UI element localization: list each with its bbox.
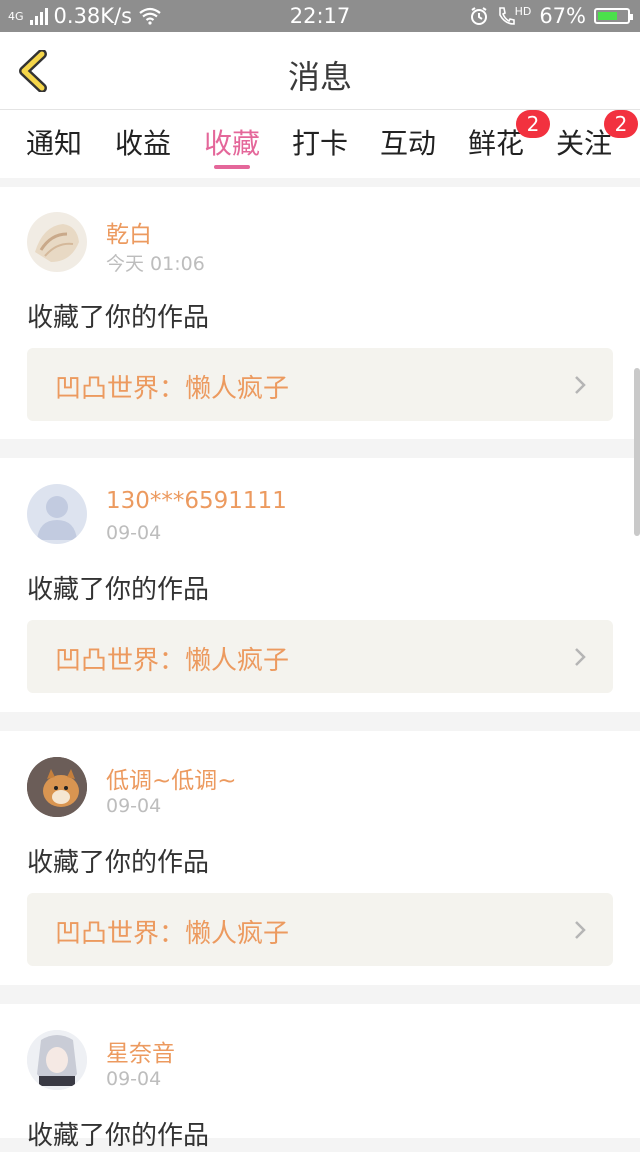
chevron-right-icon	[575, 376, 586, 394]
header: 消息	[0, 32, 640, 110]
tab-label: 收藏	[204, 127, 261, 160]
avatar[interactable]	[27, 1030, 87, 1090]
work-title: 凹凸世界：懒人疯子	[55, 919, 290, 949]
work-link[interactable]: 凹凸世界：懒人疯子	[27, 620, 613, 693]
work-link[interactable]: 凹凸世界：懒人疯子	[27, 348, 613, 421]
tab-label: 打卡	[292, 127, 349, 160]
avatar[interactable]	[27, 212, 87, 272]
tab-bar: 通知 收益 收藏 打卡 互动 鲜花 2 关注 2	[0, 110, 640, 178]
tab-label: 鲜花	[468, 127, 525, 160]
timestamp: 09-04	[106, 1068, 162, 1090]
action-text: 收藏了你的作品	[27, 848, 210, 878]
username[interactable]: 低调~低调~	[106, 761, 237, 795]
tab-follows[interactable]: 关注 2	[556, 110, 639, 162]
scrollbar[interactable]	[634, 368, 640, 536]
chevron-right-icon	[575, 921, 586, 939]
unread-badge: 2	[604, 110, 639, 138]
timestamp: 09-04	[106, 795, 162, 817]
avatar[interactable]	[27, 757, 87, 817]
username[interactable]: 130***6591111	[106, 488, 287, 514]
tab-label: 关注	[556, 127, 613, 160]
tab-label: 收益	[115, 127, 172, 160]
tab-label: 互动	[380, 127, 437, 160]
tab-flowers[interactable]: 鲜花 2	[468, 110, 551, 162]
tab-notifications[interactable]: 通知	[26, 122, 82, 162]
message-card: 乾白 今天 01:06 收藏了你的作品 凹凸世界：懒人疯子	[0, 187, 640, 439]
action-text: 收藏了你的作品	[27, 1121, 210, 1151]
work-title: 凹凸世界：懒人疯子	[55, 374, 290, 404]
username[interactable]: 星奈音	[106, 1034, 175, 1068]
timestamp: 09-04	[106, 522, 162, 544]
message-card: 130***6591111 09-04 收藏了你的作品 凹凸世界：懒人疯子	[0, 458, 640, 712]
work-link[interactable]: 凹凸世界：懒人疯子	[27, 893, 613, 966]
avatar-image	[27, 757, 87, 817]
default-user-icon	[37, 496, 77, 540]
action-text: 收藏了你的作品	[27, 303, 210, 333]
work-title: 凹凸世界：懒人疯子	[55, 646, 290, 676]
tab-favorites[interactable]: 收藏	[204, 122, 260, 162]
hd-label: HD	[514, 5, 532, 18]
unread-badge: 2	[516, 110, 551, 138]
battery-percent: 67%	[539, 4, 586, 28]
avatar-image	[35, 224, 79, 262]
active-tab-indicator	[214, 165, 250, 169]
tab-checkin[interactable]: 打卡	[292, 122, 348, 162]
tab-label: 通知	[26, 127, 83, 160]
username[interactable]: 乾白	[106, 215, 152, 249]
phone-hd-icon	[498, 7, 515, 25]
alarm-icon	[470, 7, 487, 25]
avatar[interactable]	[27, 484, 87, 544]
action-text: 收藏了你的作品	[27, 575, 210, 605]
message-card: 低调~低调~ 09-04 收藏了你的作品 凹凸世界：懒人疯子	[0, 731, 640, 985]
status-right: HD 67%	[469, 4, 633, 28]
tab-interactions[interactable]: 互动	[380, 122, 436, 162]
status-bar: 4G 0.38K/s 22:17 HD 67%	[0, 0, 640, 32]
chevron-right-icon	[575, 648, 586, 666]
message-card: 星奈音 09-04 收藏了你的作品	[0, 1004, 640, 1151]
tab-earnings[interactable]: 收益	[115, 122, 171, 162]
avatar-image	[27, 1030, 87, 1090]
timestamp: 今天 01:06	[106, 253, 205, 275]
battery-icon	[594, 8, 633, 24]
page-title: 消息	[287, 58, 352, 96]
